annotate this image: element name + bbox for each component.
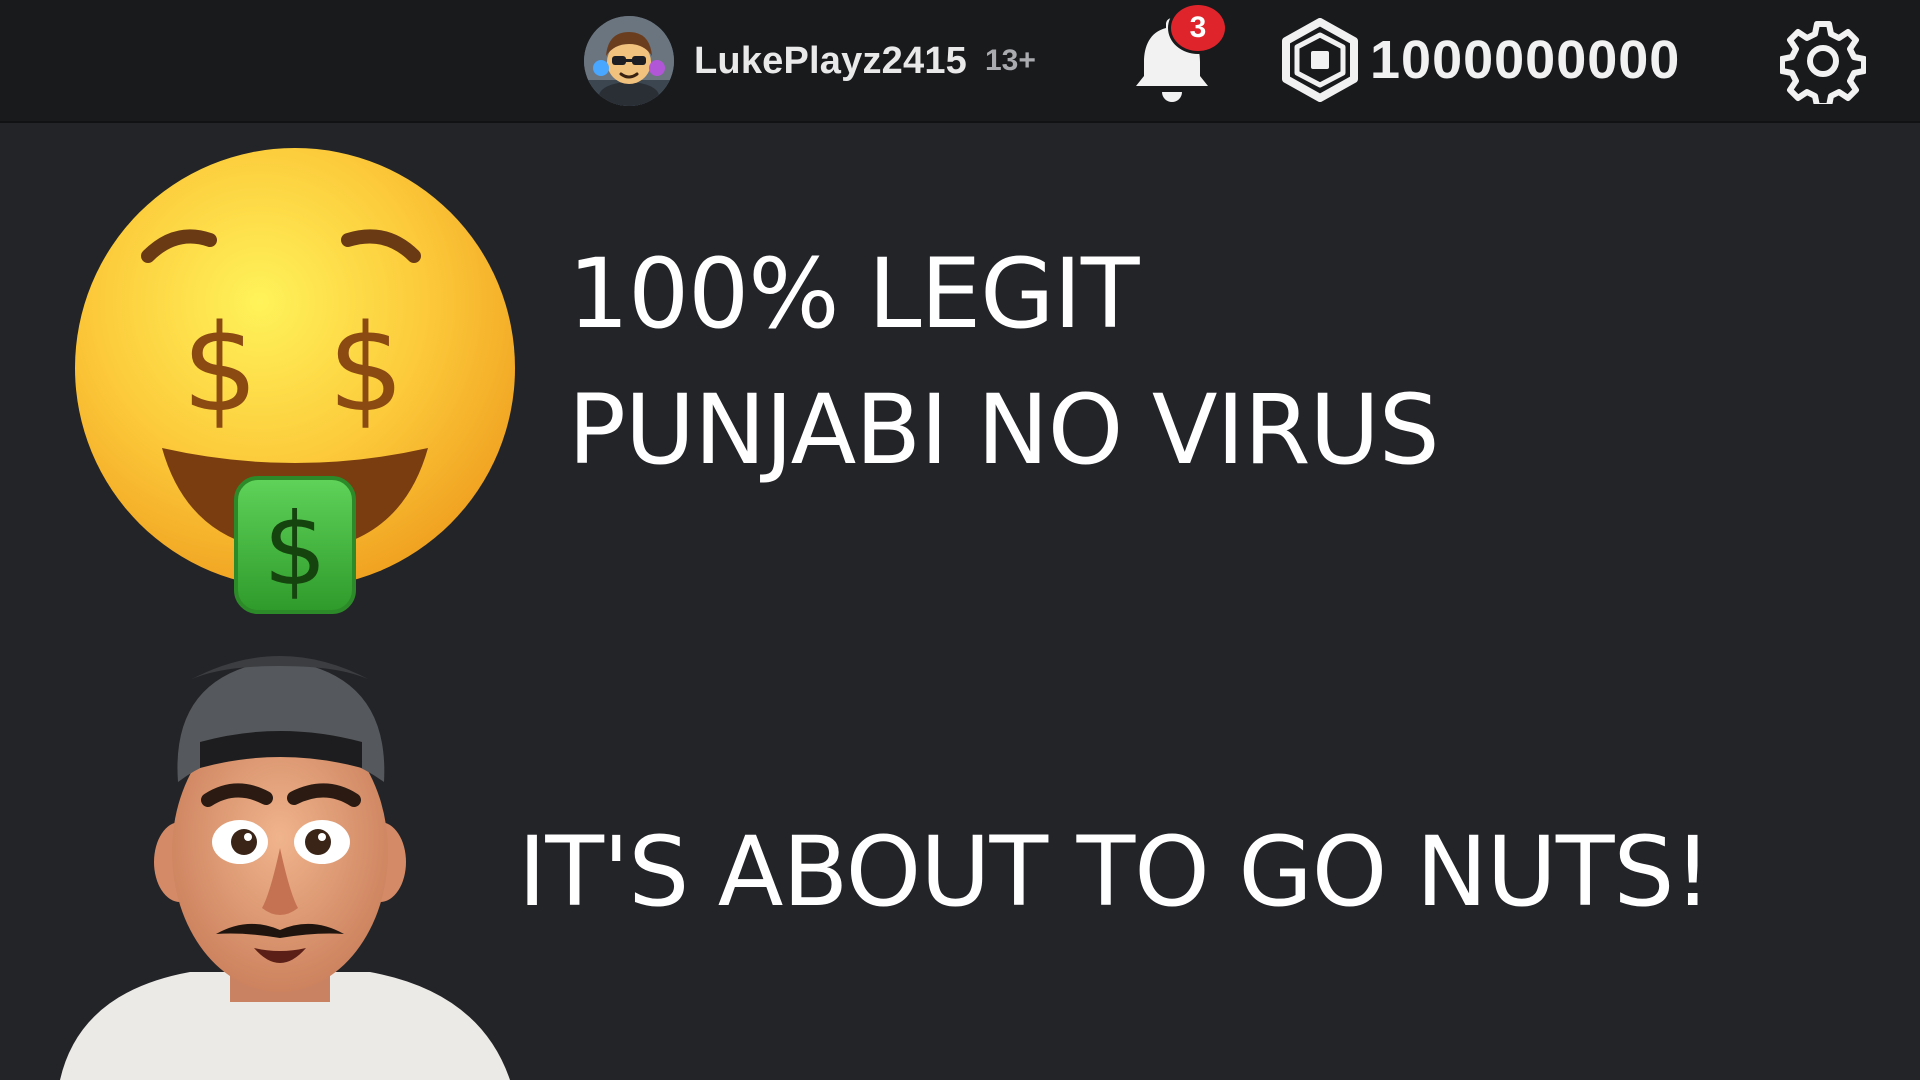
gear-icon <box>1779 21 1867 109</box>
svg-text:$: $ <box>182 300 258 439</box>
user-profile[interactable]: LukePlayz2415 13+ <box>584 14 1036 108</box>
avatar[interactable] <box>584 16 674 106</box>
cartoon-character <box>60 656 510 1080</box>
svg-text:$: $ <box>263 491 327 608</box>
svg-text:$: $ <box>328 300 404 439</box>
robux-icon <box>1282 18 1358 102</box>
settings-button[interactable] <box>1779 18 1867 109</box>
username[interactable]: LukePlayz2415 <box>694 40 967 83</box>
headline-line-2: PUNJABI NO VIRUS <box>568 374 1440 486</box>
thumbnail-page: LukePlayz2415 13+ 3 1000000000 $ $ $ 100… <box>0 0 1920 1080</box>
money-face-emoji: $ $ $ <box>75 148 515 614</box>
notification-badge: 3 <box>1168 2 1228 54</box>
headline-line-3: IT'S ABOUT TO GO NUTS! <box>518 816 1712 928</box>
avatar-icon <box>584 16 674 106</box>
headline-line-1: 100% LEGIT <box>568 238 1139 350</box>
age-label: 13+ <box>985 44 1036 77</box>
robux-amount: 1000000000 <box>1370 30 1681 90</box>
robux-balance[interactable]: 1000000000 <box>1278 18 1680 102</box>
top-bar: LukePlayz2415 13+ 3 1000000000 <box>0 0 1920 123</box>
